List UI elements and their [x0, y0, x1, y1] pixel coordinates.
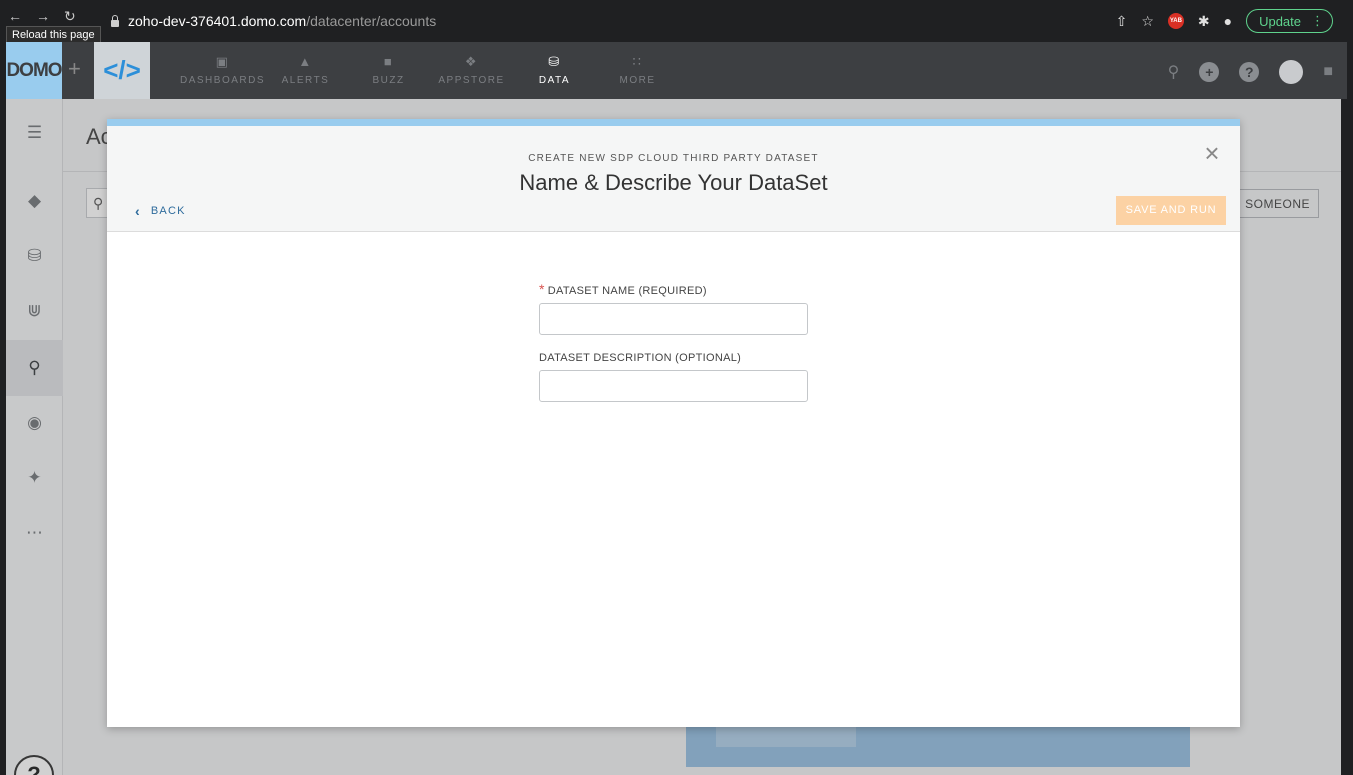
nav-label: APPSTORE	[438, 75, 505, 86]
avatar[interactable]	[1279, 60, 1304, 84]
save-and-run-button[interactable]: SAVE AND RUN	[1116, 196, 1226, 225]
nav-alerts[interactable]: ▲ ALERTS	[264, 42, 347, 99]
kebab-icon: ⋮	[1311, 13, 1324, 28]
nav-appstore[interactable]: ❖ APPSTORE	[430, 42, 513, 99]
modal-accent-bar	[107, 119, 1240, 126]
modal-subtitle: CREATE NEW SDP CLOUD THIRD PARTY DATASET	[528, 153, 819, 164]
app-header: DOMO + </> ▣ DASHBOARDS ▲ ALERTS ■ BUZZ ❖ AP…	[6, 42, 1347, 99]
appstore-icon: ❖	[464, 54, 479, 69]
header-actions: ⚲ + ? ■	[1168, 60, 1333, 84]
chevron-left-icon: ‹	[135, 203, 141, 219]
dataset-description-label: DATASET DESCRIPTION (OPTIONAL)	[539, 352, 742, 364]
plus-icon[interactable]: +	[68, 56, 81, 82]
update-label: Update	[1259, 13, 1301, 29]
database-icon: ⛁	[548, 54, 561, 69]
nav-label: ALERTS	[281, 75, 330, 86]
top-nav: ▣ DASHBOARDS ▲ ALERTS ■ BUZZ ❖ APPSTORE ⛁ DAT…	[180, 42, 679, 99]
nav-label: DATA	[538, 75, 571, 86]
close-icon[interactable]: ×	[1202, 140, 1222, 166]
required-star: *	[539, 281, 545, 297]
code-icon[interactable]: </>	[94, 42, 150, 99]
back-label: BACK	[150, 205, 186, 217]
create-dataset-modal: CREATE NEW SDP CLOUD THIRD PARTY DATASET…	[107, 119, 1240, 727]
search-icon[interactable]: ⚲	[1168, 62, 1180, 82]
dataset-name-input[interactable]	[539, 303, 808, 335]
bell-icon: ▲	[298, 54, 313, 69]
profile-icon[interactable]: ●	[1224, 13, 1232, 29]
back-button[interactable]: ‹ BACK	[135, 203, 186, 219]
nav-buzz[interactable]: ■ BUZZ	[347, 42, 430, 99]
forward-arrow-icon[interactable]: →	[36, 8, 50, 25]
puzzle-icon[interactable]: ✱	[1198, 13, 1210, 30]
lock-icon	[110, 15, 120, 27]
modal-title: Name & Describe Your DataSet	[519, 170, 828, 195]
url-path: /datacenter/accounts	[306, 13, 437, 29]
dataset-name-label: * DATASET NAME (REQUIRED)	[539, 281, 809, 297]
nav-label: BUZZ	[372, 75, 405, 86]
modal-header: CREATE NEW SDP CLOUD THIRD PARTY DATASET…	[107, 126, 1240, 232]
share-icon[interactable]: ⇧	[1116, 13, 1128, 30]
browser-actions: ⇧ ☆ YAB ✱ ● Update ⋮	[1116, 9, 1333, 33]
help-icon[interactable]: ?	[1239, 62, 1260, 82]
grid-icon: ∷	[632, 54, 643, 69]
back-arrow-icon[interactable]: ←	[8, 8, 22, 25]
reload-icon[interactable]: ↻	[64, 8, 76, 25]
browser-chrome: ← → ↻ Reload this page zoho-dev-376401.d…	[0, 0, 1353, 44]
domo-logo[interactable]: DOMO	[6, 42, 63, 99]
dataset-form: * DATASET NAME (REQUIRED) DATASET DESCRIP…	[539, 281, 809, 402]
dataset-description-input[interactable]	[539, 370, 808, 402]
dashboard-icon: ▣	[215, 54, 230, 69]
chat-icon[interactable]: ■	[1323, 63, 1333, 81]
address-bar[interactable]: zoho-dev-376401.domo.com/datacenter/acco…	[110, 10, 1110, 32]
dataset-name-label-text: DATASET NAME (REQUIRED)	[547, 285, 707, 297]
nav-more[interactable]: ∷ MORE	[596, 42, 679, 99]
url-host: zoho-dev-376401.domo.com	[128, 13, 307, 29]
chat-icon: ■	[383, 54, 394, 69]
browser-nav: ← → ↻	[8, 8, 76, 25]
star-icon[interactable]: ☆	[1141, 13, 1154, 30]
nav-dashboards[interactable]: ▣ DASHBOARDS	[180, 42, 266, 99]
update-button[interactable]: Update ⋮	[1246, 9, 1333, 33]
add-icon[interactable]: +	[1199, 62, 1220, 82]
nav-label: DASHBOARDS	[180, 75, 266, 86]
nav-label: MORE	[619, 75, 656, 86]
nav-data[interactable]: ⛁ DATA	[513, 42, 596, 99]
extension-badge-icon[interactable]: YAB	[1167, 13, 1184, 29]
